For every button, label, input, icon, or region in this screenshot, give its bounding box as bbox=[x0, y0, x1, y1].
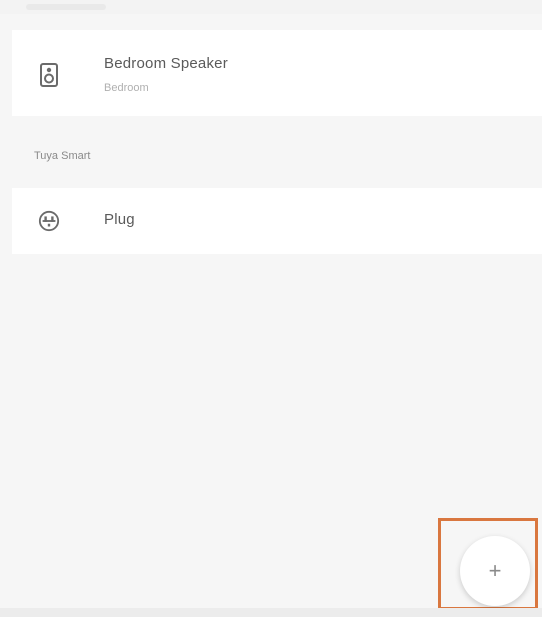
speaker-icon bbox=[38, 63, 60, 87]
device-row-bedroom-speaker[interactable]: Bedroom Speaker Bedroom bbox=[12, 30, 542, 116]
device-room: Bedroom bbox=[104, 82, 149, 94]
bottom-edge bbox=[0, 608, 542, 617]
faded-header-text bbox=[26, 4, 106, 10]
plus-icon: + bbox=[488, 558, 502, 583]
device-row-plug[interactable]: Plug bbox=[12, 188, 542, 254]
device-title: Bedroom Speaker bbox=[104, 55, 228, 72]
add-device-button[interactable]: + bbox=[460, 536, 530, 606]
top-strip bbox=[0, 0, 542, 14]
plug-icon bbox=[38, 209, 60, 233]
section-header-tuya-smart: Tuya Smart bbox=[34, 150, 91, 162]
device-list-screen: Bedroom Speaker Bedroom Tuya Smart Plug … bbox=[0, 0, 542, 617]
device-title: Plug bbox=[104, 211, 135, 228]
